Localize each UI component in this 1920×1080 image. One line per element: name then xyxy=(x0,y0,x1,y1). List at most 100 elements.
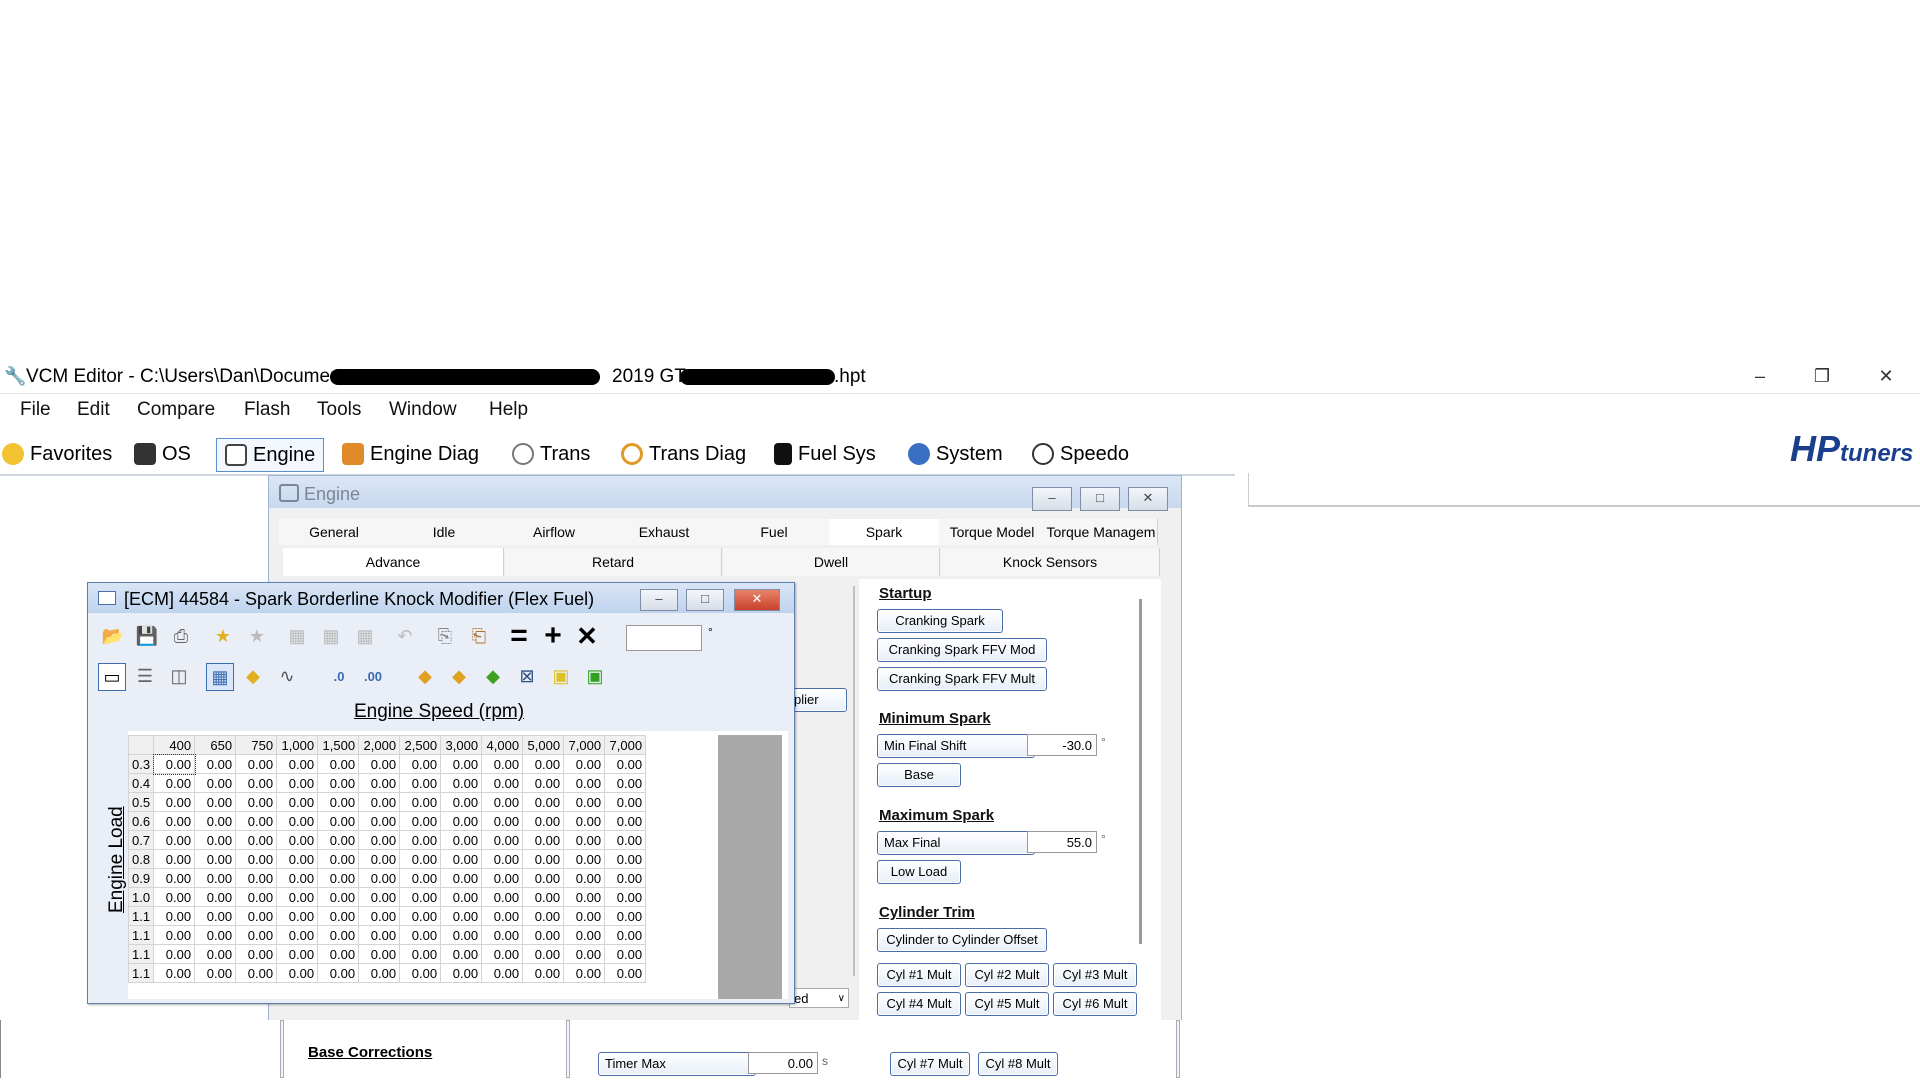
column-header[interactable]: 400 xyxy=(153,735,196,755)
view-split-horizontal-icon[interactable]: ☰ xyxy=(132,663,158,689)
table-cell[interactable]: 0.00 xyxy=(317,754,360,774)
cranking-spark-ffv-mod-button[interactable]: Cranking Spark FFV Mod xyxy=(877,638,1047,662)
table-cell[interactable]: 0.00 xyxy=(276,792,319,812)
tab-fuel[interactable]: Fuel xyxy=(719,519,830,545)
column-header[interactable]: 3,000 xyxy=(440,735,483,755)
table-grid-icon[interactable]: ▦ xyxy=(284,623,310,649)
table-cell[interactable]: 0.00 xyxy=(358,963,401,983)
interpolate-horizontal-icon[interactable]: ◆ xyxy=(446,663,472,689)
table-cell[interactable]: 0.00 xyxy=(194,773,237,793)
tab-spark[interactable]: Spark xyxy=(829,519,940,545)
table-cell[interactable]: 0.00 xyxy=(563,944,606,964)
column-header[interactable]: 4,000 xyxy=(481,735,524,755)
table-cell[interactable]: 0.00 xyxy=(358,830,401,850)
table-cell[interactable]: 0.00 xyxy=(235,887,278,907)
tab-fuel-sys[interactable]: Fuel Sys xyxy=(774,438,876,470)
table-cell[interactable]: 0.00 xyxy=(317,811,360,831)
table-cell[interactable]: 0.00 xyxy=(522,963,565,983)
table-cell[interactable]: 0.00 xyxy=(235,868,278,888)
row-header[interactable]: 1.1 xyxy=(127,963,155,983)
print-icon[interactable]: ⎙ xyxy=(168,623,194,649)
table-cell[interactable]: 0.00 xyxy=(563,754,606,774)
restore-button[interactable]: ❐ xyxy=(1792,360,1852,392)
table-cell[interactable]: 0.00 xyxy=(235,811,278,831)
table-cell[interactable]: 0.00 xyxy=(194,754,237,774)
max-final-value[interactable]: 55.0 xyxy=(1027,831,1097,853)
timer-max-button[interactable]: Timer Max xyxy=(598,1052,756,1076)
table-cell[interactable]: 0.00 xyxy=(522,773,565,793)
interpolate-vertical-icon[interactable]: ◆ xyxy=(480,663,506,689)
table-cell[interactable]: 0.00 xyxy=(194,906,237,926)
cyl-4-mult-button[interactable]: Cyl #4 Mult xyxy=(877,992,961,1016)
table-cell[interactable]: 0.00 xyxy=(604,830,647,850)
table-cell[interactable]: 0.00 xyxy=(276,868,319,888)
table-cell[interactable]: 0.00 xyxy=(317,906,360,926)
table-cell[interactable]: 0.00 xyxy=(276,773,319,793)
table-cell[interactable]: 0.00 xyxy=(358,944,401,964)
table-cell[interactable]: 0.00 xyxy=(153,811,196,831)
table-cell[interactable]: 0.00 xyxy=(399,963,442,983)
table-cell[interactable]: 0.00 xyxy=(276,944,319,964)
table-cell[interactable]: 0.00 xyxy=(358,773,401,793)
table-cell[interactable]: 0.00 xyxy=(153,963,196,983)
table-cell[interactable]: 0.00 xyxy=(399,944,442,964)
table-cell[interactable]: 0.00 xyxy=(440,830,483,850)
multiply-icon[interactable]: ✕ xyxy=(574,621,600,651)
minimize-button[interactable]: – xyxy=(1730,360,1790,392)
add-favorite-icon[interactable]: ★ xyxy=(210,623,236,649)
min-base-button[interactable]: Base xyxy=(877,763,961,787)
column-header[interactable]: 750 xyxy=(235,735,278,755)
row-header[interactable]: 0.8 xyxy=(127,849,155,869)
column-header[interactable]: 5,000 xyxy=(522,735,565,755)
vertical-scrollbar[interactable] xyxy=(1139,599,1142,944)
table-cell[interactable]: 0.00 xyxy=(604,792,647,812)
close-button[interactable]: ✕ xyxy=(1856,360,1916,392)
table-cell[interactable]: 0.00 xyxy=(194,925,237,945)
table-cell[interactable]: 0.00 xyxy=(153,944,196,964)
minimize-button[interactable]: – xyxy=(640,589,678,611)
table-cell[interactable]: 0.00 xyxy=(399,792,442,812)
column-header[interactable]: 1,000 xyxy=(276,735,319,755)
table-cell[interactable]: 0.00 xyxy=(317,868,360,888)
tab-torque-management[interactable]: Torque Managem xyxy=(1045,519,1158,545)
cyl-3-mult-button[interactable]: Cyl #3 Mult xyxy=(1053,963,1137,987)
table-cell[interactable]: 0.00 xyxy=(563,811,606,831)
table-cell[interactable]: 0.00 xyxy=(522,925,565,945)
row-header[interactable]: 0.5 xyxy=(127,792,155,812)
menu-file[interactable]: File xyxy=(20,399,51,421)
table-cell[interactable]: 0.00 xyxy=(399,830,442,850)
table-cell[interactable]: 0.00 xyxy=(522,906,565,926)
table-cell[interactable]: 0.00 xyxy=(317,887,360,907)
table-cell[interactable]: 0.00 xyxy=(481,849,524,869)
table-grid-icon[interactable]: ▦ xyxy=(318,623,344,649)
timer-max-value[interactable]: 0.00 xyxy=(748,1052,818,1074)
table-cell[interactable]: 0.00 xyxy=(152,753,196,775)
max-final-button[interactable]: Max Final xyxy=(877,831,1035,855)
table-cell[interactable]: 0.00 xyxy=(194,830,237,850)
table-cell[interactable]: 0.00 xyxy=(194,887,237,907)
table-cell[interactable]: 0.00 xyxy=(358,849,401,869)
cyl-2-mult-button[interactable]: Cyl #2 Mult xyxy=(965,963,1049,987)
table-cell[interactable]: 0.00 xyxy=(153,906,196,926)
table-cell[interactable]: 0.00 xyxy=(604,963,647,983)
equals-icon[interactable]: = xyxy=(506,619,532,652)
cranking-spark-button[interactable]: Cranking Spark xyxy=(877,609,1003,633)
fill-icon[interactable]: ▣ xyxy=(548,663,574,689)
copy-icon[interactable]: ⎘ xyxy=(432,623,458,649)
table-cell[interactable]: 0.00 xyxy=(604,868,647,888)
table-cell[interactable]: 0.00 xyxy=(153,925,196,945)
operation-value-input[interactable] xyxy=(626,625,702,651)
table-cell[interactable]: 0.00 xyxy=(399,811,442,831)
column-header[interactable]: 650 xyxy=(194,735,237,755)
table-cell[interactable]: 0.00 xyxy=(604,811,647,831)
table-cell[interactable]: 0.00 xyxy=(522,830,565,850)
cranking-spark-ffv-mult-button[interactable]: Cranking Spark FFV Mult xyxy=(877,667,1047,691)
row-header[interactable]: 1.1 xyxy=(127,944,155,964)
column-header[interactable]: 7,000 xyxy=(563,735,606,755)
table-cell[interactable]: 0.00 xyxy=(153,830,196,850)
decimal-increase-icon[interactable]: .0 xyxy=(326,663,352,689)
remove-favorite-icon[interactable]: ★ xyxy=(244,623,270,649)
table-cell[interactable]: 0.00 xyxy=(235,830,278,850)
table-cell[interactable]: 0.00 xyxy=(481,887,524,907)
table-cell[interactable]: 0.00 xyxy=(604,773,647,793)
